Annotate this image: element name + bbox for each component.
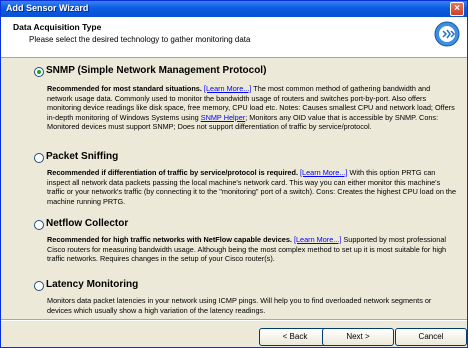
- options-area: SNMP (Simple Network Management Protocol…: [1, 58, 467, 320]
- radio-latency[interactable]: [34, 281, 44, 291]
- snmp-helper-link[interactable]: SNMP Helper: [201, 113, 245, 122]
- wizard-header: Data Acquisition Type Please select the …: [1, 17, 467, 58]
- radio-snmp[interactable]: [34, 67, 44, 77]
- packet-sniffing-learn-more-link[interactable]: [Learn More...]: [300, 168, 347, 177]
- option-snmp-label[interactable]: SNMP (Simple Network Management Protocol…: [46, 65, 266, 76]
- page-title: Data Acquisition Type: [13, 22, 102, 32]
- option-netflow-description: Recommended for high traffic networks wi…: [47, 235, 457, 264]
- option-latency-label[interactable]: Latency Monitoring: [46, 279, 138, 290]
- option-latency-description: Monitors data packet latencies in your n…: [47, 296, 457, 315]
- wizard-window: Add Sensor Wizard × Data Acquisition Typ…: [0, 0, 468, 348]
- option-packet-sniffing-lead: Recommended if differentiation of traffi…: [47, 168, 298, 177]
- close-button[interactable]: ×: [450, 2, 464, 16]
- close-icon: ×: [454, 3, 460, 14]
- back-button[interactable]: < Back: [259, 328, 331, 346]
- sensor-wizard-icon: [434, 21, 460, 47]
- next-button[interactable]: Next >: [322, 328, 394, 346]
- option-latency-body: Monitors data packet latencies in your n…: [47, 296, 432, 315]
- footer-divider: [1, 319, 467, 321]
- option-packet-sniffing-description: Recommended if differentiation of traffi…: [47, 168, 457, 206]
- page-subtitle: Please select the desired technology to …: [29, 35, 251, 44]
- cancel-button[interactable]: Cancel: [395, 328, 467, 346]
- window-title: Add Sensor Wizard: [6, 3, 89, 13]
- option-snmp-description: Recommended for most standard situations…: [47, 84, 457, 132]
- netflow-learn-more-link[interactable]: [Learn More...]: [294, 235, 341, 244]
- radio-packet-sniffing[interactable]: [34, 153, 44, 163]
- radio-netflow[interactable]: [34, 220, 44, 230]
- title-bar[interactable]: Add Sensor Wizard ×: [1, 1, 467, 17]
- option-snmp-lead: Recommended for most standard situations…: [47, 84, 202, 93]
- option-netflow-lead: Recommended for high traffic networks wi…: [47, 235, 292, 244]
- snmp-learn-more-link[interactable]: [Learn More...]: [204, 84, 251, 93]
- option-netflow-label[interactable]: Netflow Collector: [46, 218, 128, 229]
- option-packet-sniffing-label[interactable]: Packet Sniffing: [46, 151, 118, 162]
